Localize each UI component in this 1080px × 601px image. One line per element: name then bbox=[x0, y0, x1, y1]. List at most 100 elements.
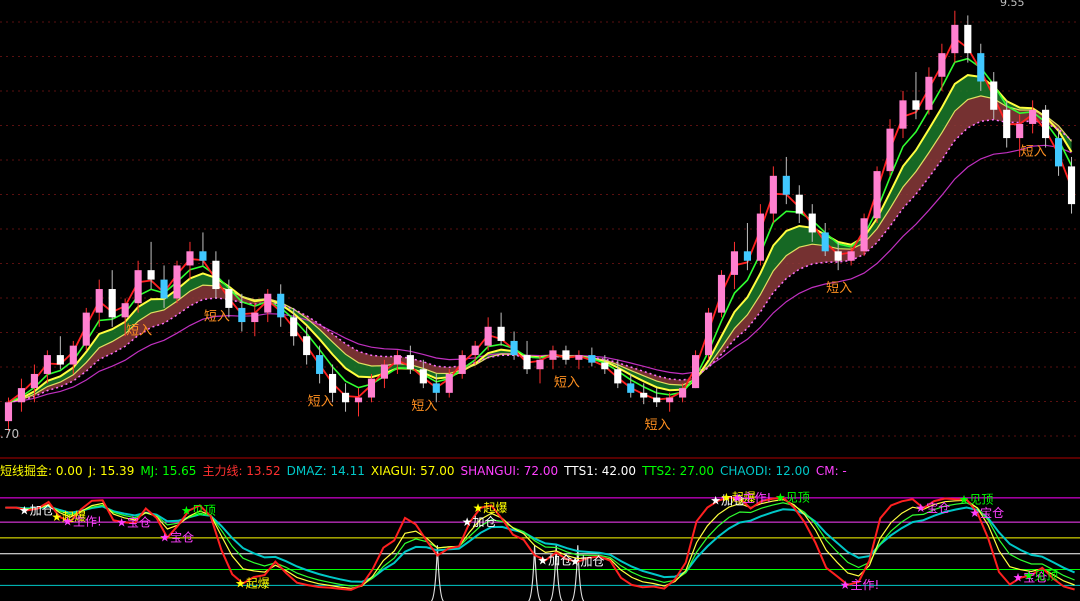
candle-body bbox=[393, 355, 401, 365]
candle-body bbox=[821, 232, 829, 252]
readout-J: J: 15.39 bbox=[88, 464, 135, 478]
candle-body bbox=[886, 128, 894, 172]
candle-body bbox=[679, 388, 687, 398]
candle-body bbox=[730, 251, 739, 275]
readout-CM: CM: - bbox=[815, 464, 847, 478]
ma-line-yellow bbox=[8, 74, 1073, 404]
indicator-marker: ★宝仓 bbox=[116, 515, 151, 529]
candle-body bbox=[160, 279, 168, 299]
candle-body bbox=[536, 359, 544, 370]
candle-body bbox=[510, 340, 518, 356]
candle-body bbox=[432, 383, 440, 393]
candle-body bbox=[251, 312, 259, 323]
indicator-readout-bar: 短线掘金: 0.00 J: 15.39 MJ: 15.65 主力线: 13.52 DMA… bbox=[0, 462, 1080, 480]
candle-body bbox=[601, 362, 609, 370]
candle-body bbox=[847, 251, 855, 261]
readout-DMAZ: DMAZ: 14.11 bbox=[286, 464, 365, 478]
candle-body bbox=[1003, 109, 1011, 139]
candle-body bbox=[484, 326, 492, 346]
candle-body bbox=[614, 369, 622, 384]
candle-body bbox=[860, 218, 868, 252]
candle-body bbox=[769, 175, 777, 214]
indicator-marker: ★主作! bbox=[732, 491, 772, 505]
candle-body bbox=[17, 388, 26, 403]
candle-body bbox=[225, 289, 233, 308]
indicator-marker: ★加仓 bbox=[19, 503, 54, 517]
candle-body bbox=[549, 350, 557, 360]
indicator-marker: ★宝仓 bbox=[969, 506, 1004, 520]
candle-body bbox=[199, 251, 207, 261]
candle-body bbox=[380, 364, 388, 379]
candle-body bbox=[354, 397, 363, 403]
candle-body bbox=[497, 326, 505, 341]
candle-body bbox=[627, 383, 635, 393]
candle-body bbox=[4, 402, 13, 422]
candle-body bbox=[588, 355, 596, 363]
indicator-marker: ★宝仓 bbox=[159, 531, 194, 545]
readout-MJ: MJ: 15.65 bbox=[140, 464, 197, 478]
candle-body bbox=[134, 270, 142, 304]
candle-body bbox=[704, 312, 713, 356]
candle-body bbox=[445, 373, 453, 393]
candle-body bbox=[938, 53, 946, 77]
candle-body bbox=[419, 369, 427, 384]
candle-body bbox=[82, 312, 90, 346]
indicator-marker: ★宝仓 bbox=[915, 501, 950, 515]
axis-top-right-label: 9.55 bbox=[1000, 0, 1025, 9]
ma-ribbons bbox=[8, 75, 1072, 403]
candle-body bbox=[329, 373, 337, 393]
candle-body bbox=[1029, 109, 1037, 124]
candle-body bbox=[277, 293, 285, 318]
readout-main: 主力线: 13.52 bbox=[202, 464, 281, 478]
candle-body bbox=[666, 397, 674, 403]
candle-body bbox=[575, 355, 583, 360]
ma-line-green bbox=[8, 57, 1073, 404]
candle-body bbox=[951, 24, 959, 54]
candle-body bbox=[1016, 123, 1024, 139]
candle-body bbox=[756, 213, 764, 261]
candle-body bbox=[990, 81, 998, 110]
candle-body bbox=[640, 392, 648, 398]
candle-body bbox=[834, 251, 842, 261]
signal-label: 短入 bbox=[1021, 144, 1047, 159]
indicator-marker: ★见顶 bbox=[959, 492, 994, 506]
chart-canvas: 短入短入短入 短入短入短入短入短入 .70 9.55 ★加仓★起爆★主作! ★宝仓★… bbox=[0, 0, 1080, 601]
candle-body bbox=[562, 350, 570, 360]
candle-body bbox=[795, 194, 803, 214]
candle-body bbox=[186, 251, 194, 266]
candle-body bbox=[30, 373, 38, 389]
candle-body bbox=[977, 53, 985, 82]
signal-label: 短入 bbox=[308, 394, 334, 409]
signal-label: 短入 bbox=[645, 418, 671, 433]
candle-body bbox=[290, 317, 298, 337]
signal-label: 短入 bbox=[411, 399, 437, 414]
candle-body bbox=[782, 175, 790, 195]
readout-SHANGUI: SHANGUI: 72.00 bbox=[460, 464, 559, 478]
readout-short_gold: 短线掘金: 0.00 bbox=[0, 464, 83, 478]
candle-body bbox=[43, 355, 51, 374]
readout-TTS2: TTS2: 27.00 bbox=[642, 464, 714, 478]
candle-body bbox=[264, 293, 272, 313]
candle-body bbox=[899, 100, 907, 129]
candle-body bbox=[964, 24, 972, 54]
signal-label: 短入 bbox=[126, 324, 152, 339]
readout-CHAODI: CHAODI: 12.00 bbox=[720, 464, 810, 478]
candle-body bbox=[1054, 138, 1063, 167]
signal-label: 短入 bbox=[826, 281, 852, 296]
candle-body bbox=[406, 355, 414, 370]
candle-body bbox=[108, 289, 116, 318]
candle-body bbox=[121, 303, 129, 318]
candle-body bbox=[808, 213, 816, 233]
candle-body bbox=[95, 289, 103, 313]
candle-body bbox=[367, 378, 376, 398]
candle-body bbox=[743, 251, 751, 261]
candle-body bbox=[173, 265, 181, 299]
candle-body bbox=[692, 355, 700, 389]
candle-body bbox=[56, 355, 64, 365]
candle-body bbox=[523, 355, 531, 370]
candlesticks bbox=[4, 10, 1076, 431]
candle-body bbox=[316, 355, 324, 374]
readout-TTS1: TTS1: 42.00 bbox=[564, 464, 637, 478]
candle-body bbox=[238, 307, 246, 323]
indicator-marker: ★见顶 bbox=[775, 491, 810, 505]
